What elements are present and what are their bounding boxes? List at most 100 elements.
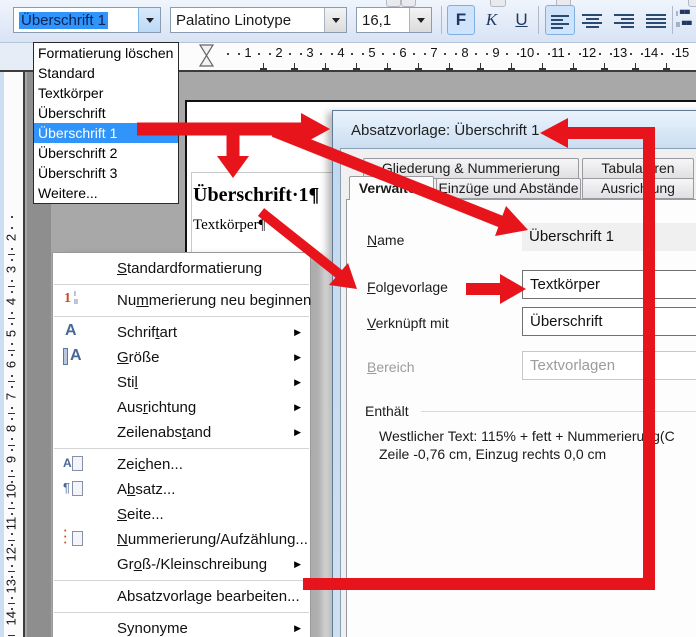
indent-marker-icon[interactable] — [199, 44, 215, 68]
ruler-number: 9 — [492, 45, 499, 60]
size-combo-dropdown-button[interactable] — [409, 8, 431, 32]
toolbar-separator — [441, 6, 442, 34]
ruler-number: 12 — [582, 45, 596, 60]
next-style-field[interactable]: Textkörper — [522, 270, 696, 299]
window-fragment — [688, 0, 696, 7]
submenu-arrow-icon: ▶ — [294, 352, 301, 363]
align-center-button[interactable] — [577, 5, 607, 35]
menu-item-label: Schriftart — [117, 324, 177, 341]
style-dropdown-item[interactable]: Weitere... — [34, 183, 178, 203]
ruler-number: 7 — [430, 45, 437, 60]
context-menu-item[interactable]: Nummerierung/Aufzählung... — [53, 527, 310, 552]
align-justify-icon — [646, 14, 666, 28]
align-right-icon — [614, 14, 634, 28]
align-right-button[interactable] — [609, 5, 639, 35]
submenu-arrow-icon: ▶ — [294, 377, 301, 388]
context-menu-item-edit-paragraph-style[interactable]: Absatzvorlage bearbeiten... — [53, 584, 310, 609]
style-dropdown-item[interactable]: Formatierung löschen — [34, 43, 178, 63]
bullets-icon — [61, 529, 85, 549]
style-dropdown-item[interactable]: Überschrift — [34, 103, 178, 123]
style-dropdown-item[interactable]: Textkörper — [34, 83, 178, 103]
font-size-combo[interactable]: 16,1 — [356, 7, 432, 33]
style-dropdown-item[interactable]: Überschrift 3 — [34, 163, 178, 183]
ruler-number: 1 — [244, 45, 251, 60]
submenu-arrow-icon: ▶ — [294, 327, 301, 338]
vertical-ruler: 234567891011121314 — [0, 72, 25, 637]
menu-item-label: Nummerierung/Aufzählung... — [117, 531, 308, 548]
inherit-from-field[interactable]: Überschrift — [522, 307, 696, 336]
dialog-title[interactable]: Absatzvorlage: Überschrift 1 — [351, 122, 539, 139]
context-menu: Standardformatierung Nummerierung neu be… — [52, 252, 311, 637]
window-fragment — [401, 0, 416, 7]
ruler-number: 3 — [306, 45, 313, 60]
font-icon — [61, 322, 85, 342]
style-dropdown-item[interactable]: Überschrift 2 — [34, 143, 178, 163]
paragraph-icon — [61, 479, 85, 499]
bold-button[interactable]: F — [447, 5, 475, 35]
ruler-number: 15 — [675, 45, 689, 60]
context-menu-item[interactable]: Zeichen... — [53, 452, 310, 477]
category-label: Bereich — [367, 359, 414, 375]
name-field[interactable]: Überschrift 1 — [522, 223, 696, 251]
ruler-number: 11 — [551, 45, 565, 60]
document-body-text[interactable]: Textkörper¶ — [193, 217, 265, 234]
ruler-number: 11 — [4, 516, 19, 530]
tab-tabulatoren[interactable]: Tabulatoren — [582, 158, 694, 179]
style-dropdown-item[interactable]: Standard — [34, 63, 178, 83]
context-menu-item[interactable]: Zeilenabstand▶ — [53, 420, 310, 445]
menu-item-label: Absatzvorlage bearbeiten... — [117, 588, 300, 605]
tab-verwalten[interactable]: Verwalten — [349, 176, 434, 200]
name-label: Name — [367, 232, 404, 248]
ruler-number: 3 — [4, 263, 19, 277]
context-menu-item[interactable]: Ausrichtung▶ — [53, 395, 310, 420]
inherit-from-label: Verknüpft mit — [367, 315, 449, 331]
underline-button[interactable]: U — [508, 5, 535, 35]
context-menu-item[interactable]: Absatz... — [53, 477, 310, 502]
context-menu-item[interactable]: Groß-/Kleinschreibung▶ — [53, 552, 310, 577]
dialog-client-area: Gliederung & Nummerierung Tabulatoren Ve… — [340, 148, 696, 637]
chevron-down-icon — [332, 18, 340, 27]
tab-ausrichtung[interactable]: Ausrichtung — [582, 178, 694, 199]
context-menu-item[interactable]: Seite... — [53, 502, 310, 527]
bold-icon: F — [456, 10, 466, 30]
align-justify-button[interactable] — [641, 5, 671, 35]
ruler-number: 6 — [399, 45, 406, 60]
ruler-number: 13 — [613, 45, 627, 60]
ruler-number: 14 — [644, 45, 658, 60]
style-dropdown-item-selected[interactable]: Überschrift 1 — [34, 123, 178, 143]
italic-button[interactable]: K — [478, 5, 505, 35]
align-left-icon — [551, 15, 569, 29]
submenu-arrow-icon: ▶ — [294, 623, 301, 634]
paragraph-style-combo[interactable]: Überschrift 1 — [13, 7, 161, 33]
context-menu-item[interactable]: Größe▶ — [53, 345, 310, 370]
menu-item-label: Synonyme — [117, 620, 188, 637]
align-left-button[interactable] — [545, 5, 575, 35]
tab-page-verwalten: Name Folgevorlage Verknüpft mit Bereich … — [346, 199, 696, 637]
formatting-toolbar: Überschrift 1 Palatino Linotype 16,1 F K… — [0, 0, 696, 43]
menu-item-label: Nummerierung neu beginnen — [117, 292, 311, 309]
context-menu-item[interactable]: Nummerierung neu beginnen — [53, 288, 310, 313]
font-combo-dropdown-button[interactable] — [324, 8, 346, 32]
chevron-down-icon — [146, 18, 154, 27]
ruler-number: 9 — [4, 453, 19, 467]
context-menu-item[interactable]: Standardformatierung — [53, 256, 310, 281]
style-combo-dropdown-button[interactable] — [138, 8, 160, 32]
numbered-list-icon[interactable] — [676, 9, 692, 31]
document-heading-text[interactable]: Überschrift·1¶ — [193, 184, 319, 207]
ruler-number: 4 — [4, 294, 19, 308]
ruler-number: 4 — [337, 45, 344, 60]
tab-einzuege-und-abstaende[interactable]: Einzüge und Abstände — [436, 178, 581, 199]
groupbox-line — [421, 411, 696, 412]
font-name-combo[interactable]: Palatino Linotype — [170, 7, 347, 33]
horizontal-ruler: 123456789101112131415 — [178, 42, 696, 72]
ruler-number: 13 — [4, 580, 19, 594]
context-menu-item[interactable]: Schriftart ▶ — [53, 320, 310, 345]
app-window: Überschrift 1 Palatino Linotype 16,1 F K… — [0, 0, 696, 637]
next-style-label: Folgevorlage — [367, 279, 448, 295]
context-menu-item[interactable]: Stil▶ — [53, 370, 310, 395]
character-icon — [61, 454, 85, 474]
ruler-number: 5 — [368, 45, 375, 60]
restart-numbering-icon — [61, 290, 85, 310]
context-menu-item[interactable]: Synonyme ▶ — [53, 616, 310, 637]
category-field: Textvorlagen — [522, 351, 696, 380]
